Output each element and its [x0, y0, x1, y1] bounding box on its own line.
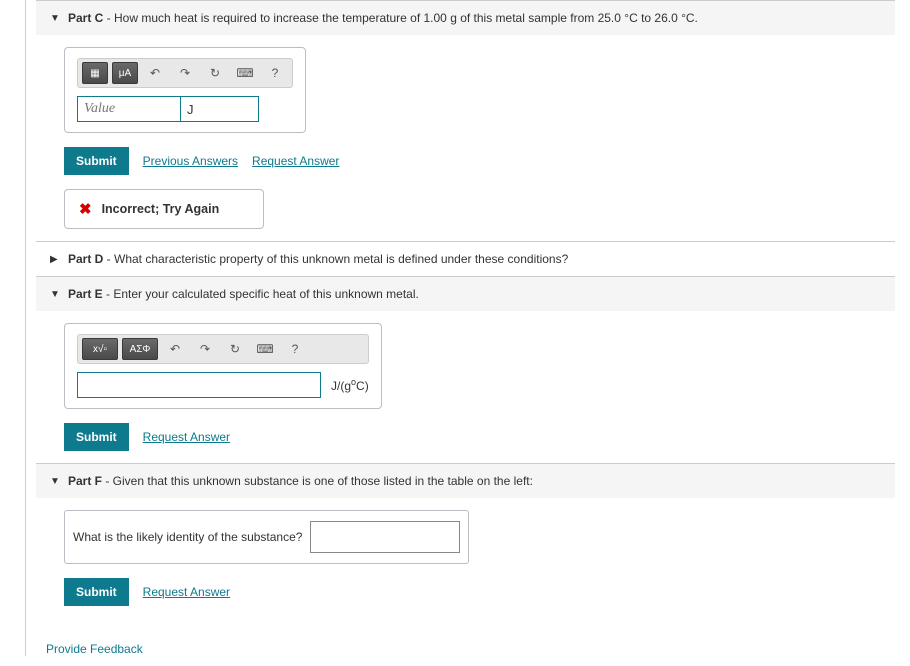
part-f-desc: - Given that this unknown substance is o… — [102, 474, 533, 488]
submit-button[interactable]: Submit — [64, 147, 129, 175]
help-icon[interactable]: ? — [262, 62, 288, 84]
part-f: ▼ Part F - Given that this unknown subst… — [36, 463, 895, 618]
part-c-desc: - How much heat is required to increase … — [103, 11, 698, 25]
part-c: ▼ Part C - How much heat is required to … — [36, 0, 895, 241]
request-answer-link[interactable]: Request Answer — [143, 430, 230, 444]
part-c-toolbar: ▦ μA ↶ ↷ ↻ ⌨ ? — [77, 58, 293, 88]
previous-answers-link[interactable]: Previous Answers — [143, 154, 238, 168]
part-d-title: Part D — [68, 252, 103, 266]
part-d-desc: - What characteristic property of this u… — [103, 252, 568, 266]
part-f-header[interactable]: ▼ Part F - Given that this unknown subst… — [36, 464, 895, 498]
submit-button[interactable]: Submit — [64, 423, 129, 451]
undo-icon[interactable]: ↶ — [162, 338, 188, 360]
part-c-answer-box: ▦ μA ↶ ↷ ↻ ⌨ ? — [64, 47, 306, 133]
feedback-box: ✖ Incorrect; Try Again — [64, 189, 264, 229]
part-d: ▶ Part D - What characteristic property … — [36, 241, 895, 276]
templates-button[interactable]: x√▫ — [82, 338, 118, 360]
part-e-answer-box: x√▫ ΑΣΦ ↶ ↷ ↻ ⌨ ? J/(goC) — [64, 323, 382, 409]
symbols-button[interactable]: μA — [112, 62, 138, 84]
part-e-toolbar: x√▫ ΑΣΦ ↶ ↷ ↻ ⌨ ? — [77, 334, 369, 364]
caret-down-icon: ▼ — [50, 13, 64, 24]
templates-button[interactable]: ▦ — [82, 62, 108, 84]
units-label: J/(goC) — [331, 377, 369, 393]
incorrect-icon: ✖ — [79, 200, 92, 218]
part-e-title: Part E — [68, 287, 103, 301]
specific-heat-input[interactable] — [77, 372, 321, 398]
part-d-header[interactable]: ▶ Part D - What characteristic property … — [36, 242, 895, 276]
part-f-title: Part F — [68, 474, 102, 488]
undo-icon[interactable]: ↶ — [142, 62, 168, 84]
request-answer-link[interactable]: Request Answer — [143, 585, 230, 599]
redo-icon[interactable]: ↷ — [192, 338, 218, 360]
submit-button[interactable]: Submit — [64, 578, 129, 606]
keyboard-icon[interactable]: ⌨ — [232, 62, 258, 84]
part-c-header[interactable]: ▼ Part C - How much heat is required to … — [36, 1, 895, 35]
part-e-header[interactable]: ▼ Part E - Enter your calculated specifi… — [36, 277, 895, 311]
caret-down-icon: ▼ — [50, 289, 64, 300]
request-answer-link[interactable]: Request Answer — [252, 154, 339, 168]
feedback-text: Incorrect; Try Again — [102, 202, 220, 216]
reset-icon[interactable]: ↻ — [222, 338, 248, 360]
provide-feedback-link[interactable]: Provide Feedback — [46, 642, 895, 656]
part-f-answer-box: What is the likely identity of the subst… — [64, 510, 469, 564]
redo-icon[interactable]: ↷ — [172, 62, 198, 84]
symbols-button[interactable]: ΑΣΦ — [122, 338, 158, 360]
unit-input[interactable] — [181, 96, 259, 122]
identity-label: What is the likely identity of the subst… — [65, 530, 310, 544]
reset-icon[interactable]: ↻ — [202, 62, 228, 84]
identity-input[interactable] — [310, 521, 460, 553]
keyboard-icon[interactable]: ⌨ — [252, 338, 278, 360]
value-input[interactable] — [77, 96, 181, 122]
part-e: ▼ Part E - Enter your calculated specifi… — [36, 276, 895, 463]
help-icon[interactable]: ? — [282, 338, 308, 360]
caret-right-icon: ▶ — [50, 254, 64, 265]
caret-down-icon: ▼ — [50, 476, 64, 487]
part-e-desc: - Enter your calculated specific heat of… — [103, 287, 419, 301]
part-c-title: Part C — [68, 11, 103, 25]
